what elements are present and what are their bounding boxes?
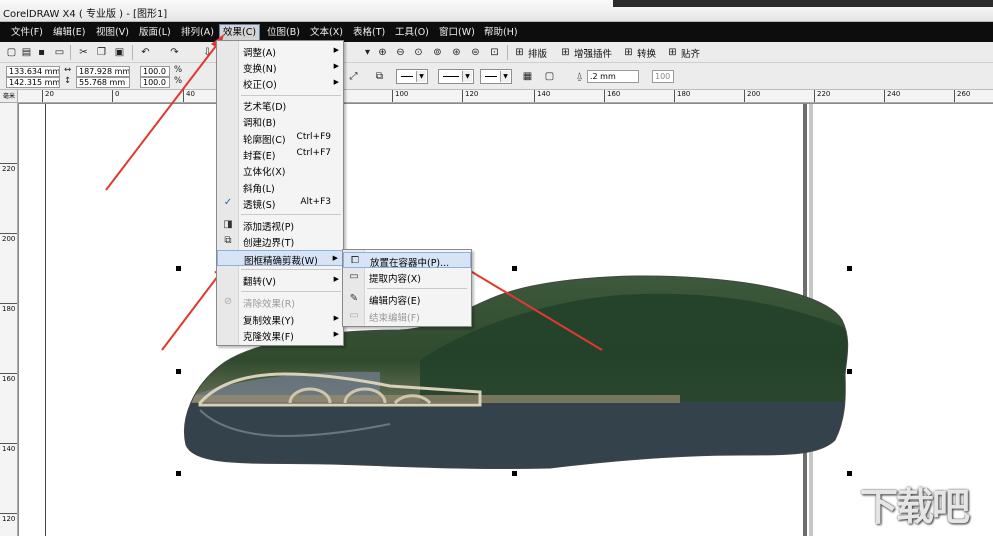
selection-handle[interactable] [512,471,517,476]
selection-handle[interactable] [512,266,517,271]
submenu-arrow-icon: ▶ [333,275,339,283]
selection-handle[interactable] [176,266,181,271]
selection-handle[interactable] [176,471,181,476]
artwork-layer [105,34,849,470]
menu-item-add-perspective[interactable]: ◨ 添加透视(P) [217,217,343,233]
menu-separator [241,95,341,96]
selection-handle[interactable] [176,369,181,374]
extract-icon: ▭ [349,271,359,282]
menu-item-place-inside-container[interactable]: ⧠ 放置在容器中(P)... [343,252,471,269]
finish-editing-icon: ▭ [349,310,359,321]
place-inside-icon: ⧠ [351,255,359,266]
menu-item-finish-editing: ▭ 结束编辑(F) [343,308,471,324]
menu-item-artistic-media[interactable]: 艺术笔(D) [217,97,343,113]
checkmark-icon: ✓ [223,197,233,208]
annotation-arrow-1 [105,37,223,191]
watermark-logo: 下载吧 [860,485,970,529]
selection-handle[interactable] [847,369,852,374]
clear-effect-icon: ⊘ [223,296,233,307]
perspective-icon: ◨ [223,219,233,230]
selection-handle[interactable] [847,471,852,476]
powerclip-submenu: ⧠ 放置在容器中(P)... ▭ 提取内容(X) ✎ 编辑内容(E) ▭ 结束编辑(F) [342,249,472,327]
menu-item-contour[interactable]: 轮廓图(C) Ctrl+F9 [217,130,343,146]
annotation-arrow-2 [161,267,225,351]
submenu-arrow-icon: ▶ [333,330,339,338]
submenu-arrow-icon: ▶ [333,314,339,322]
menu-separator [367,288,467,289]
menu-item-clear-effect: ⊘ 清除效果(R) [217,294,343,310]
boundary-icon: ⧉ [224,235,232,246]
menu-item-rollover[interactable]: 翻转(V) ▶ [217,272,343,288]
submenu-arrow-icon: ▶ [333,46,339,54]
menu-item-lens[interactable]: ✓ 透镜(S) Alt+F3 [217,195,343,211]
menu-item-extrude[interactable]: 立体化(X) [217,162,343,178]
selection-handle[interactable] [847,266,852,271]
menu-item-envelope[interactable]: 封套(E) Ctrl+F7 [217,146,343,162]
menu-item-transform[interactable]: 变换(N) ▶ [217,59,343,75]
menu-item-edit-contents[interactable]: ✎ 编辑内容(E) [343,291,471,307]
submenu-arrow-icon: ▶ [333,78,339,86]
menu-item-create-boundary[interactable]: ⧉ 创建边界(T) [217,233,343,249]
menu-item-clone-effect[interactable]: 克隆效果(F) ▶ [217,327,343,343]
menu-item-correction[interactable]: 校正(O) ▶ [217,75,343,91]
menu-item-powerclip[interactable]: 图框精确剪裁(W) ▶ [217,250,343,267]
edit-contents-icon: ✎ [349,293,359,304]
menu-separator [241,214,341,215]
submenu-arrow-icon: ▶ [333,62,339,70]
menu-item-extract-contents[interactable]: ▭ 提取内容(X) [343,269,471,285]
menu-separator [241,291,341,292]
menu-separator [241,269,341,270]
effects-menu: 调整(A) ▶ 变换(N) ▶ 校正(O) ▶ 艺术笔(D) 调和(B) 轮廓图(C)… [216,40,344,346]
submenu-arrow-icon: ▶ [332,254,338,262]
menu-item-bevel[interactable]: 斜角(L) [217,179,343,195]
menu-item-adjust[interactable]: 调整(A) ▶ [217,43,343,59]
menu-item-blend[interactable]: 调和(B) [217,113,343,129]
menu-item-copy-effect[interactable]: 复制效果(Y) ▶ [217,311,343,327]
